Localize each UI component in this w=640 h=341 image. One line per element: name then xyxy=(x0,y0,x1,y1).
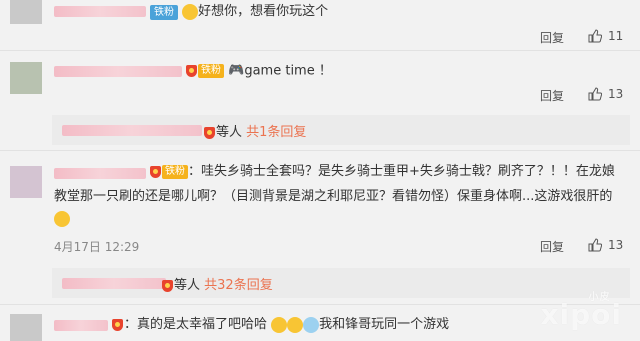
like-button[interactable]: 13 xyxy=(588,87,623,101)
like-button[interactable]: 13 xyxy=(588,238,623,252)
sub-reply-summary: 等人 共1条回复 xyxy=(204,121,306,140)
sub-reply-box[interactable]: 等人 共1条回复 xyxy=(52,115,630,145)
username-redacted[interactable] xyxy=(54,66,182,77)
laugh-cry-emoji-icon xyxy=(287,316,304,333)
username-redacted[interactable] xyxy=(62,125,202,136)
view-replies-link[interactable]: 共1条回复 xyxy=(246,125,306,140)
username-redacted[interactable] xyxy=(62,278,166,289)
sub-reply-summary: 等人 共32条回复 xyxy=(162,274,273,293)
comment-text: game time ！ xyxy=(244,63,332,79)
crown-badge-icon xyxy=(150,165,161,178)
gamepad-icon: 🎮 xyxy=(228,63,245,78)
thumbs-up-icon xyxy=(588,29,603,43)
comment-text: ：真的是太幸福了吧哈哈 xyxy=(124,317,268,332)
fan-badge: 铁粉 xyxy=(162,164,188,179)
comment-1-line: 铁粉 好想你，想看你玩这个 xyxy=(150,3,328,21)
sub-reply-box[interactable]: 等人 共32条回复 xyxy=(52,268,630,298)
username-redacted[interactable] xyxy=(54,6,146,17)
laugh-cry-emoji-icon xyxy=(303,316,320,333)
smile-emoji-icon xyxy=(182,3,199,20)
avatar[interactable] xyxy=(10,62,42,94)
view-replies-link[interactable]: 共32条回复 xyxy=(204,278,273,293)
username-redacted[interactable] xyxy=(54,320,108,331)
avatar[interactable] xyxy=(10,166,42,198)
reply-button[interactable]: 回复 xyxy=(540,29,564,46)
thumbs-up-icon xyxy=(588,87,603,101)
like-count: 13 xyxy=(608,238,624,252)
like-count: 13 xyxy=(608,87,624,101)
comment-3-line1: 铁粉 ：哇失乡骑士全套吗？是失乡骑士重甲+失乡骑士戟？刷齐了？！！在龙娘 xyxy=(150,163,615,181)
comment-text-tail: 我和锋哥玩同一个游戏 xyxy=(319,317,450,332)
doll-emoji-icon xyxy=(54,210,70,227)
avatar[interactable] xyxy=(10,0,42,24)
thumbs-up-icon xyxy=(588,238,603,252)
like-button[interactable]: 11 xyxy=(588,29,623,43)
divider xyxy=(0,150,640,151)
crown-badge-icon xyxy=(162,279,173,292)
comment-3-line2: 教堂那一只刷的还是哪儿啊？（目测背景是湖之利耶尼亚？看错勿怪）保重身体啊...这… xyxy=(54,188,612,206)
divider xyxy=(0,50,640,51)
reply-button[interactable]: 回复 xyxy=(540,238,564,255)
crown-badge-icon xyxy=(204,126,215,139)
comment-2-line: 铁粉 🎮game time ！ xyxy=(186,62,332,81)
crown-badge-icon xyxy=(112,318,123,331)
fan-badge: 铁粉 xyxy=(198,64,224,78)
timestamp: 4月17日 12:29 xyxy=(54,240,140,254)
comment-text: 好想你，想看你玩这个 xyxy=(198,4,329,19)
avatar[interactable] xyxy=(10,314,42,341)
comment-3-sticker xyxy=(54,210,70,228)
like-count: 11 xyxy=(608,29,624,43)
fan-badge: 铁粉 xyxy=(150,5,178,20)
reply-button[interactable]: 回复 xyxy=(540,87,564,104)
crown-badge-icon xyxy=(186,65,197,77)
comment-text: ：哇失乡骑士全套吗？是失乡骑士重甲+失乡骑士戟？刷齐了？！！在龙娘 xyxy=(188,164,615,179)
username-redacted[interactable] xyxy=(54,168,146,179)
comment-text-cont: 教堂那一只刷的还是哪儿啊？（目测背景是湖之利耶尼亚？看错勿怪）保重身体啊...这… xyxy=(54,189,613,204)
comment-4-line: ：真的是太幸福了吧哈哈 我和锋哥玩同一个游戏 xyxy=(112,316,449,334)
laugh-cry-emoji-icon xyxy=(271,316,288,333)
watermark-logo: xipoi 小皮 xyxy=(540,292,622,331)
